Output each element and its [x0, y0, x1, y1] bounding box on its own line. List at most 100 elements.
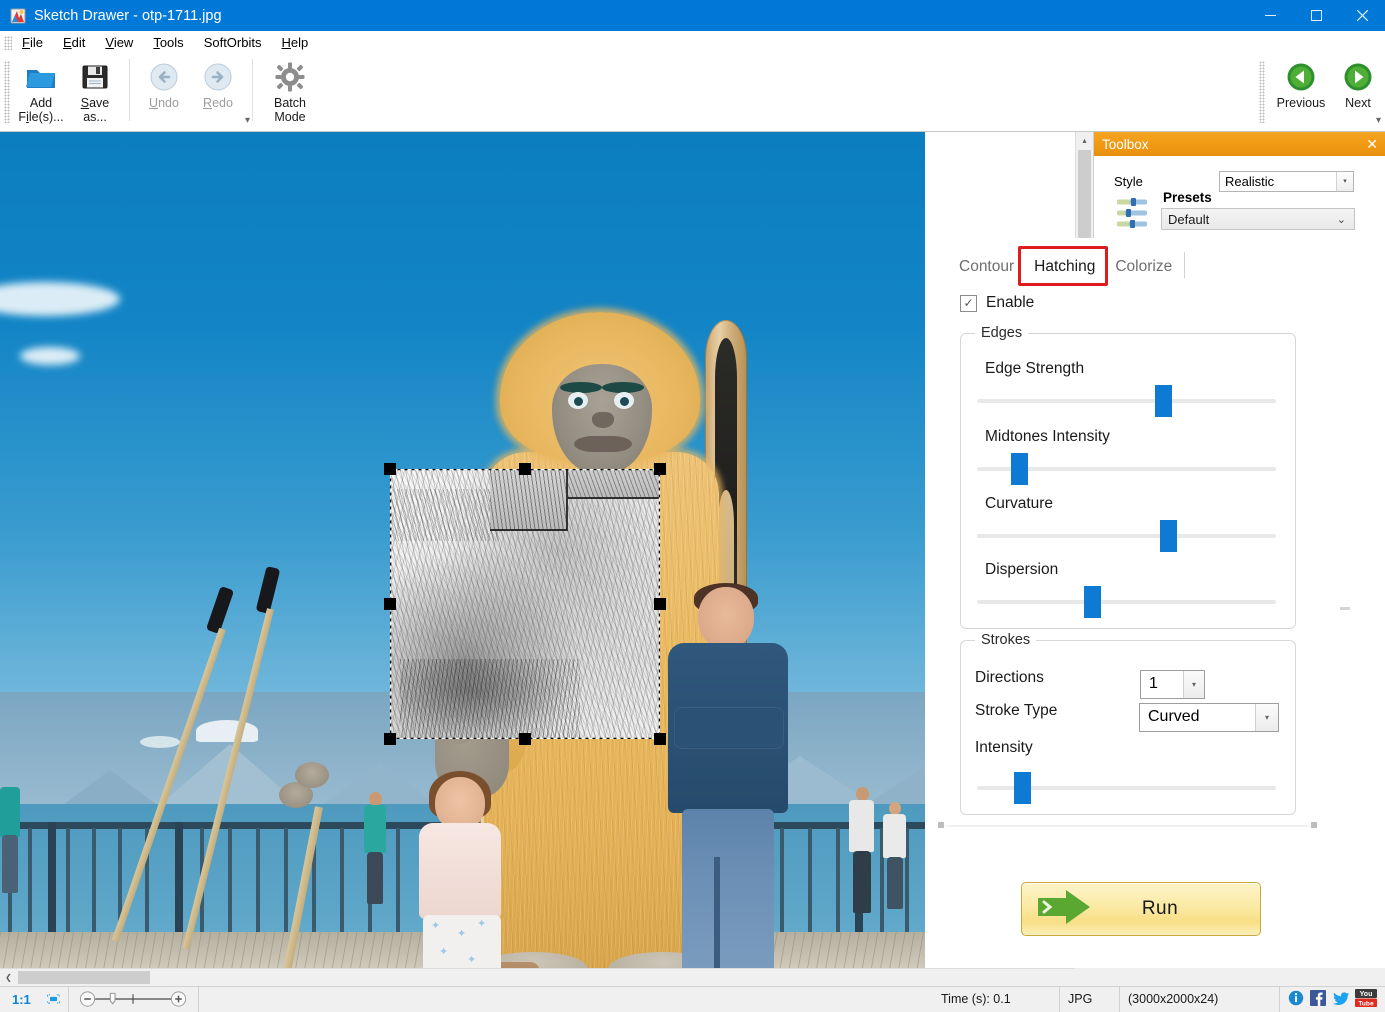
- dispersion-track[interactable]: [977, 586, 1276, 618]
- curvature-track[interactable]: [977, 520, 1276, 552]
- previous-button[interactable]: Previous: [1271, 55, 1331, 110]
- girl-figure: ✦ ✦ ✦ ✦ ✦ ✦ ✦: [405, 771, 535, 968]
- style-value: Realistic: [1225, 173, 1275, 189]
- tab-hatching[interactable]: Hatching: [1024, 254, 1106, 280]
- toolbar-expand-right[interactable]: ▾: [1376, 116, 1381, 126]
- menu-item-view[interactable]: View: [95, 32, 143, 54]
- close-button[interactable]: [1339, 0, 1385, 31]
- man-crossed-arms: [674, 707, 784, 749]
- zoom-ratio-label[interactable]: 1:1: [0, 992, 39, 1007]
- menu-item-tools[interactable]: Tools: [143, 32, 193, 54]
- previous-arrow-icon: [1286, 61, 1316, 93]
- batch-mode-button[interactable]: Batch Mode: [260, 55, 320, 124]
- undo-icon: [148, 61, 180, 93]
- toolbar-grip-right: [1259, 61, 1265, 123]
- railing-post: [175, 822, 183, 934]
- cloud: [20, 347, 80, 365]
- edges-group: Edges Edge Strength Midtones Intensity C…: [960, 325, 1296, 629]
- pole-shaft: [275, 806, 323, 968]
- menu-item-edit[interactable]: Edit: [53, 32, 95, 54]
- save-as-label: Save as...: [80, 96, 110, 124]
- scroll-left-button[interactable]: ❮: [0, 969, 17, 986]
- redo-button[interactable]: Redo: [191, 55, 245, 110]
- toolbox-header: Toolbox ✕: [1094, 132, 1385, 156]
- next-button[interactable]: Next: [1331, 55, 1385, 110]
- toolbar-expand-left[interactable]: ▾: [245, 116, 250, 126]
- info-icon[interactable]: [1288, 990, 1304, 1009]
- tab-contour[interactable]: Contour: [949, 254, 1024, 280]
- image-dimensions-label: (3000x2000x24): [1120, 986, 1280, 1012]
- pole-basket: [295, 762, 329, 788]
- maximize-button[interactable]: [1293, 0, 1339, 31]
- intensity-track[interactable]: [977, 772, 1276, 804]
- midtones-intensity-thumb[interactable]: [1010, 453, 1028, 485]
- stroke-type-label: Stroke Type: [975, 702, 1058, 719]
- yeti-eye: [568, 392, 588, 409]
- presets-value: Default: [1168, 211, 1210, 227]
- stroke-type-dropdown[interactable]: Curved ▾: [1139, 703, 1279, 732]
- chevron-down-icon[interactable]: ⌄: [1337, 213, 1346, 226]
- run-button[interactable]: Run: [1021, 882, 1261, 936]
- horizontal-scroll-thumb[interactable]: [18, 971, 150, 984]
- image-canvas[interactable]: ✦ ✦ ✦ ✦ ✦ ✦ ✦: [0, 132, 1075, 968]
- chevron-down-icon[interactable]: ▾: [1336, 171, 1353, 191]
- twitter-icon[interactable]: [1332, 990, 1350, 1009]
- presets-dropdown[interactable]: Default ⌄: [1161, 208, 1355, 230]
- yeti-nose: [592, 412, 614, 428]
- toolbox-close-icon[interactable]: ✕: [1366, 137, 1378, 151]
- divider-handle-right[interactable]: [1311, 822, 1317, 828]
- add-files-button[interactable]: Add File(s)...: [14, 55, 68, 124]
- toolbox-title: Toolbox: [1102, 136, 1149, 152]
- intensity-thumb[interactable]: [1013, 772, 1031, 804]
- batch-mode-label: Batch Mode: [274, 96, 306, 124]
- undo-button[interactable]: Undo: [137, 55, 191, 110]
- girl-pants: ✦ ✦ ✦ ✦ ✦ ✦ ✦: [423, 915, 501, 968]
- presets-label: Presets: [1163, 190, 1212, 205]
- gear-icon: [275, 61, 305, 93]
- jeans-gap: [714, 857, 720, 968]
- youtube-icon[interactable]: You Tube: [1355, 988, 1377, 1010]
- save-as-button[interactable]: Save as...: [68, 55, 122, 124]
- menu-item-help[interactable]: Help: [271, 32, 318, 54]
- facebook-icon[interactable]: [1310, 989, 1326, 1009]
- chevron-down-icon[interactable]: ▾: [1183, 671, 1204, 698]
- midtones-intensity-track[interactable]: [977, 453, 1276, 485]
- minimize-button[interactable]: [1247, 0, 1293, 31]
- chevron-down-icon[interactable]: ▾: [1255, 704, 1278, 731]
- enable-checkbox-row[interactable]: ✓ Enable: [960, 294, 1034, 312]
- sketch-preview-region[interactable]: [390, 469, 660, 739]
- directions-label: Directions: [975, 669, 1044, 686]
- dispersion-thumb[interactable]: [1084, 586, 1102, 618]
- edges-group-title: Edges: [975, 325, 1029, 341]
- pole-grip: [205, 585, 235, 635]
- menu-item-softorbits[interactable]: SoftOrbits: [194, 32, 272, 54]
- menu-item-file[interactable]: File: [12, 32, 53, 54]
- divider-handle-left[interactable]: [938, 822, 944, 828]
- photo-image[interactable]: ✦ ✦ ✦ ✦ ✦ ✦ ✦: [0, 132, 925, 968]
- add-files-label: Add File(s)...: [18, 96, 64, 124]
- toolbar-grip-left: [4, 61, 10, 123]
- edge-strength-thumb[interactable]: [1154, 385, 1172, 417]
- scroll-up-button[interactable]: ▴: [1076, 132, 1093, 149]
- bystander: [845, 787, 879, 922]
- curvature-thumb[interactable]: [1160, 520, 1178, 552]
- processing-time-label: Time (s): 0.1: [933, 986, 1060, 1012]
- tab-colorize[interactable]: Colorize: [1105, 254, 1182, 280]
- toolbar: Add File(s)... Save as... Undo Redo Batc…: [0, 55, 1385, 132]
- pole-shaft: [182, 608, 274, 950]
- edge-strength-track[interactable]: [977, 385, 1276, 417]
- undo-label: Undo: [149, 96, 179, 110]
- toolbar-group-batch: Batch Mode: [260, 55, 320, 129]
- green-arrow-icon: [1036, 888, 1094, 931]
- directions-dropdown[interactable]: 1 ▾: [1140, 670, 1205, 699]
- svg-text:Tube: Tube: [1358, 1000, 1374, 1007]
- zoom-slider[interactable]: [69, 986, 199, 1012]
- canvas-horizontal-scrollbar[interactable]: ❮: [0, 968, 1075, 985]
- curvature-label: Curvature: [985, 495, 1054, 512]
- style-dropdown[interactable]: Realistic ▾: [1219, 170, 1354, 192]
- title-bar: Sketch Drawer - otp-1711.jpg: [0, 0, 1385, 31]
- directions-value: 1: [1149, 675, 1158, 692]
- fit-to-screen-icon[interactable]: [39, 986, 69, 1012]
- redo-icon: [202, 61, 234, 93]
- enable-checkbox[interactable]: ✓: [960, 294, 977, 312]
